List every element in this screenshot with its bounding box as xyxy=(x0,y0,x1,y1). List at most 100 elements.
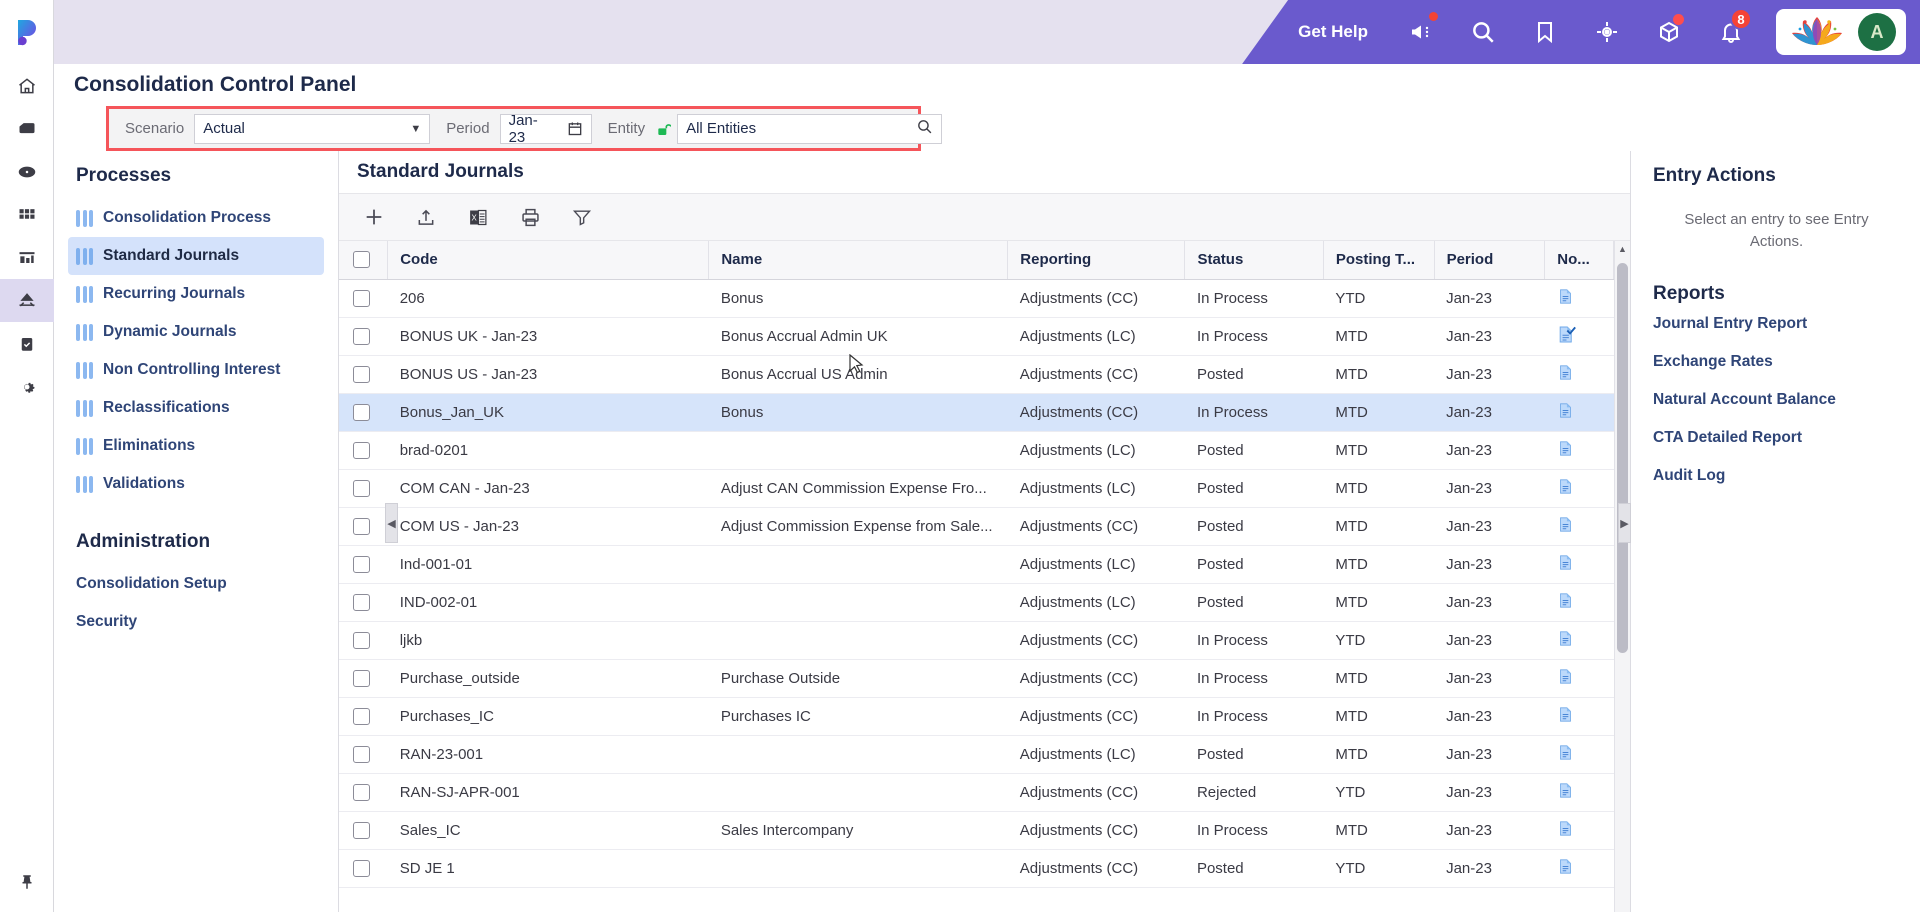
grid-vertical-scrollbar[interactable]: ▲ xyxy=(1614,241,1630,912)
table-row[interactable]: IND-002-01 Adjustments (LC) Posted MTD J… xyxy=(339,583,1614,622)
eye-icon[interactable] xyxy=(0,150,54,193)
row-checkbox[interactable] xyxy=(353,707,370,725)
cube-icon[interactable] xyxy=(1638,0,1700,64)
row-checkbox[interactable] xyxy=(353,669,370,687)
get-help-button[interactable]: Get Help xyxy=(1298,22,1368,42)
nav-item-validations[interactable]: Validations xyxy=(68,465,324,503)
column-header-code[interactable]: Code xyxy=(387,241,710,280)
document-icon[interactable] xyxy=(1557,515,1574,534)
nav-item-dynamic-journals[interactable]: Dynamic Journals xyxy=(68,313,324,351)
document-icon[interactable] xyxy=(1557,363,1574,382)
scroll-thumb[interactable] xyxy=(1617,263,1628,653)
table-row[interactable]: Sales_IC Sales Intercompany Adjustments … xyxy=(339,811,1614,850)
row-checkbox[interactable] xyxy=(353,517,370,535)
collapse-right-panel-button[interactable]: ▶ xyxy=(1618,503,1631,543)
grid-icon[interactable] xyxy=(0,193,54,236)
row-checkbox[interactable] xyxy=(353,859,370,877)
table-row[interactable]: COM US - Jan-23 Adjust Commission Expens… xyxy=(339,507,1614,546)
row-checkbox[interactable] xyxy=(353,479,370,497)
report-link-exchange-rates[interactable]: Exchange Rates xyxy=(1631,343,1920,381)
scenario-select[interactable]: Actual ▼ xyxy=(194,113,431,144)
nav-item-non-controlling-interest[interactable]: Non Controlling Interest xyxy=(68,351,324,389)
add-icon[interactable] xyxy=(353,199,395,235)
nav-item-reclassifications[interactable]: Reclassifications xyxy=(68,389,324,427)
report-link-natural-account-balance[interactable]: Natural Account Balance xyxy=(1631,381,1920,419)
nav-item-eliminations[interactable]: Eliminations xyxy=(68,427,324,465)
table-row[interactable]: 206 Bonus Adjustments (CC) In Process YT… xyxy=(339,279,1614,318)
excel-export-icon[interactable]: X xyxy=(457,199,499,235)
row-checkbox[interactable] xyxy=(353,441,370,459)
table-row[interactable]: SD JE 1 Adjustments (CC) Posted YTD Jan-… xyxy=(339,849,1614,888)
row-checkbox[interactable] xyxy=(353,289,370,307)
document-icon[interactable] xyxy=(1557,743,1574,762)
column-header-name[interactable]: Name xyxy=(708,241,1009,280)
admin-link-consolidation-setup[interactable]: Consolidation Setup xyxy=(54,565,338,603)
scroll-up-arrow[interactable]: ▲ xyxy=(1615,241,1630,257)
filter-icon[interactable] xyxy=(561,199,603,235)
row-checkbox[interactable] xyxy=(353,821,370,839)
table-row[interactable]: Ind-001-01 Adjustments (LC) Posted MTD J… xyxy=(339,545,1614,584)
nav-item-recurring-journals[interactable]: Recurring Journals xyxy=(68,275,324,313)
table-row[interactable]: brad-0201 Adjustments (LC) Posted MTD Ja… xyxy=(339,431,1614,470)
table-row[interactable]: Purchases_IC Purchases IC Adjustments (C… xyxy=(339,697,1614,736)
column-header-notes[interactable]: No... xyxy=(1544,241,1614,280)
consolidation-icon[interactable] xyxy=(0,279,54,322)
table-row[interactable]: BONUS US - Jan-23 Bonus Accrual US Admin… xyxy=(339,355,1614,394)
target-icon[interactable] xyxy=(1576,0,1638,64)
nav-item-consolidation-process[interactable]: Consolidation Process xyxy=(68,199,324,237)
chart-icon[interactable] xyxy=(0,236,54,279)
document-check-icon[interactable] xyxy=(1557,325,1576,344)
row-checkbox[interactable] xyxy=(353,365,370,383)
entity-search-icon[interactable] xyxy=(916,118,933,139)
table-row[interactable]: ljkb Adjustments (CC) In Process YTD Jan… xyxy=(339,621,1614,660)
megaphone-icon[interactable] xyxy=(1390,0,1452,64)
document-icon[interactable] xyxy=(1557,401,1574,420)
document-icon[interactable] xyxy=(1557,591,1574,610)
document-icon[interactable] xyxy=(1557,705,1574,724)
document-icon[interactable] xyxy=(1557,629,1574,648)
row-checkbox[interactable] xyxy=(353,327,370,345)
period-input[interactable]: Jan-23 xyxy=(499,112,560,146)
row-checkbox[interactable] xyxy=(353,555,370,573)
gear-icon[interactable] xyxy=(0,365,54,408)
home-icon[interactable] xyxy=(0,64,54,107)
table-row[interactable]: RAN-SJ-APR-001 Adjustments (CC) Rejected… xyxy=(339,773,1614,812)
document-icon[interactable] xyxy=(1557,819,1574,838)
search-icon[interactable] xyxy=(1452,0,1514,64)
pin-icon[interactable] xyxy=(0,852,54,912)
table-row[interactable]: Bonus_Jan_UK Bonus Adjustments (CC) In P… xyxy=(339,393,1614,432)
package-icon[interactable] xyxy=(0,107,54,150)
row-checkbox[interactable] xyxy=(353,745,370,763)
column-header-status[interactable]: Status xyxy=(1184,241,1324,280)
document-icon[interactable] xyxy=(1557,857,1574,876)
row-checkbox[interactable] xyxy=(353,403,370,421)
table-row[interactable]: Purchase_outside Purchase Outside Adjust… xyxy=(339,659,1614,698)
select-all-checkbox[interactable] xyxy=(353,251,370,269)
document-icon[interactable] xyxy=(1557,287,1574,306)
upload-icon[interactable] xyxy=(405,199,447,235)
row-checkbox[interactable] xyxy=(353,593,370,611)
nav-item-standard-journals[interactable]: Standard Journals xyxy=(68,237,324,275)
document-icon[interactable] xyxy=(1557,667,1574,686)
avatar[interactable]: A xyxy=(1858,13,1896,51)
bell-icon[interactable]: 8 xyxy=(1700,0,1762,64)
column-header-posting-type[interactable]: Posting T... xyxy=(1323,241,1435,280)
table-row[interactable]: BONUS UK - Jan-23 Bonus Accrual Admin UK… xyxy=(339,317,1614,356)
column-header-reporting[interactable]: Reporting xyxy=(1007,241,1186,280)
admin-link-security[interactable]: Security xyxy=(54,603,338,641)
report-link-journal-entry-report[interactable]: Journal Entry Report xyxy=(1631,305,1920,343)
document-icon[interactable] xyxy=(1557,781,1574,800)
unlocked-lock-icon[interactable] xyxy=(655,120,672,138)
document-icon[interactable] xyxy=(1557,439,1574,458)
report-link-audit-log[interactable]: Audit Log xyxy=(1631,457,1920,495)
row-checkbox[interactable] xyxy=(353,631,370,649)
table-row[interactable]: RAN-23-001 Adjustments (LC) Posted MTD J… xyxy=(339,735,1614,774)
table-row[interactable]: COM CAN - Jan-23 Adjust CAN Commission E… xyxy=(339,469,1614,508)
bookmark-icon[interactable] xyxy=(1514,0,1576,64)
document-icon[interactable] xyxy=(1557,553,1574,572)
clipboard-check-icon[interactable] xyxy=(0,322,54,365)
print-icon[interactable] xyxy=(509,199,551,235)
entity-search-input[interactable]: All Entities xyxy=(677,113,943,144)
report-link-cta-detailed-report[interactable]: CTA Detailed Report xyxy=(1631,419,1920,457)
calendar-icon[interactable] xyxy=(559,113,592,144)
